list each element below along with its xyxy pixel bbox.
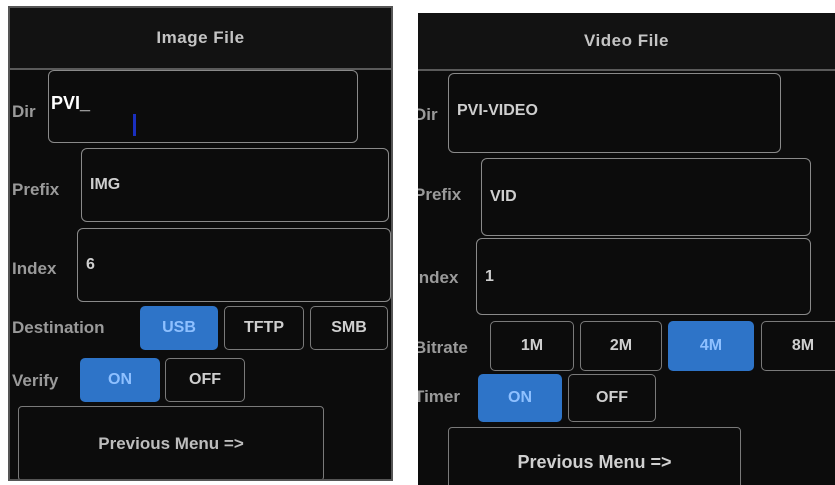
dir-label: Dir	[418, 105, 438, 124]
index-field[interactable]: 6	[77, 228, 391, 302]
bitrate-2m-button[interactable]: 2M	[580, 321, 662, 371]
video-file-title: Video File	[418, 13, 835, 71]
prefix-value: VID	[490, 188, 517, 205]
image-file-panel: Image File Dir PVI_ Prefix IMG Index 6 D…	[8, 6, 393, 481]
verify-off-button[interactable]: OFF	[165, 358, 245, 402]
prefix-label: Prefix	[12, 180, 60, 199]
timer-label: Timer	[418, 387, 460, 406]
bitrate-8m-button[interactable]: 8M	[761, 321, 835, 371]
destination-usb-button[interactable]: USB	[140, 306, 218, 350]
image-file-title: Image File	[10, 8, 391, 70]
bitrate-4m-button[interactable]: 4M	[668, 321, 754, 371]
timer-on-button[interactable]: ON	[478, 374, 562, 422]
prefix-field[interactable]: IMG	[81, 148, 389, 222]
text-cursor	[133, 114, 136, 136]
prefix-field[interactable]: VID	[481, 158, 811, 236]
verify-on-button[interactable]: ON	[80, 358, 160, 402]
previous-menu-button[interactable]: Previous Menu =>	[448, 427, 741, 485]
previous-menu-button[interactable]: Previous Menu =>	[18, 406, 324, 479]
dir-value: PVI_	[51, 93, 91, 113]
bitrate-1m-button[interactable]: 1M	[490, 321, 574, 371]
verify-label: Verify	[12, 371, 59, 390]
index-value: 6	[86, 256, 95, 273]
destination-smb-button[interactable]: SMB	[310, 306, 388, 350]
index-label: Index	[418, 268, 459, 287]
dir-label: Dir	[12, 102, 36, 121]
dir-field[interactable]: PVI-VIDEO	[448, 73, 781, 153]
prefix-label: Prefix	[418, 185, 462, 204]
index-field[interactable]: 1	[476, 238, 811, 315]
dir-field[interactable]: PVI_	[48, 70, 358, 143]
dir-value: PVI-VIDEO	[457, 101, 538, 119]
destination-label: Destination	[12, 318, 105, 337]
bitrate-label: Bitrate	[418, 338, 468, 357]
destination-tftp-button[interactable]: TFTP	[224, 306, 304, 350]
timer-off-button[interactable]: OFF	[568, 374, 656, 422]
video-file-panel: Video File Dir PVI-VIDEO Prefix VID Inde…	[418, 13, 835, 485]
prefix-value: IMG	[90, 176, 121, 193]
index-value: 1	[485, 267, 494, 285]
index-label: Index	[12, 259, 57, 278]
